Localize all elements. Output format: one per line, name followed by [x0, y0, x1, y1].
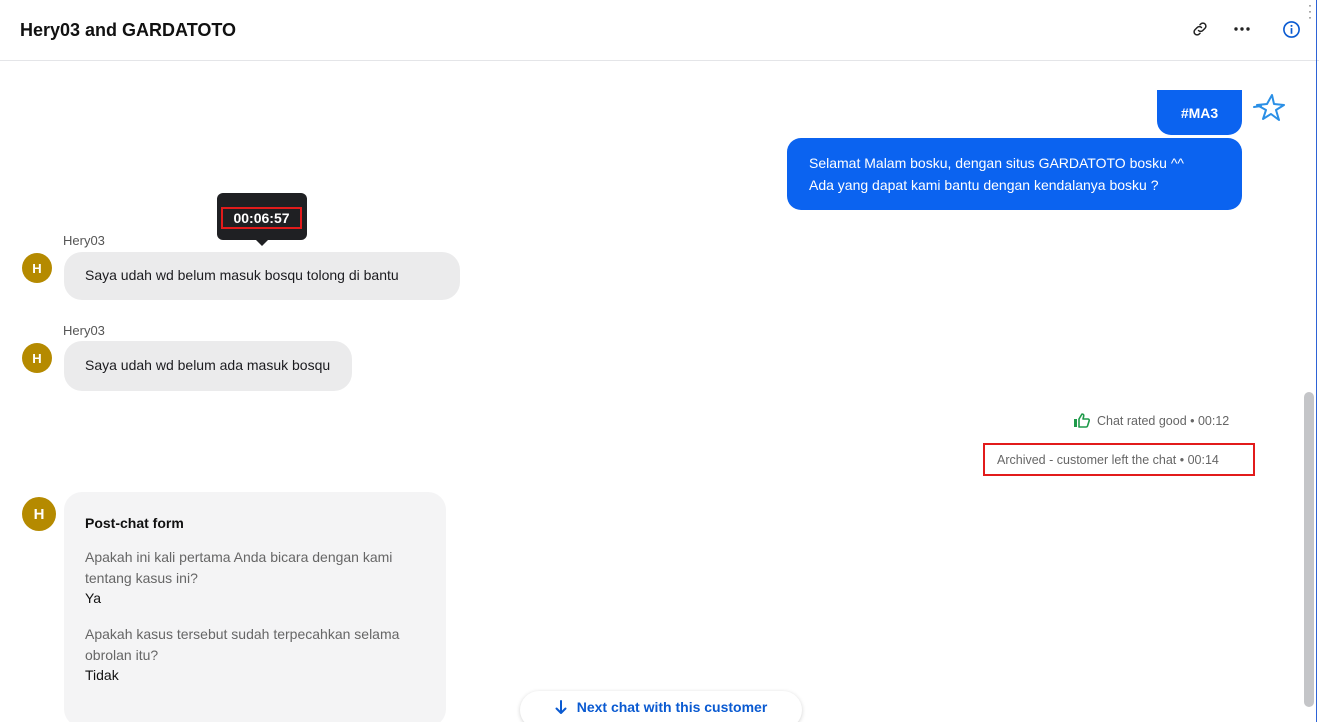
window-right-border [1316, 0, 1317, 722]
next-chat-label: Next chat with this customer [576, 699, 768, 715]
form-question-1: Apakah ini kali pertama Anda bicara deng… [85, 549, 393, 586]
customer-avatar: H [22, 253, 52, 283]
agent-greeting-line-1: Selamat Malam bosku, dengan situs GARDAT… [809, 155, 1184, 171]
scrollbar[interactable] [1304, 392, 1314, 707]
link-icon[interactable] [1189, 18, 1211, 40]
chat-header: Hery03 and GARDATOTO [0, 0, 1319, 61]
customer-message: Saya udah wd belum ada masuk bosqu [64, 341, 352, 391]
arrow-down-icon [555, 699, 567, 714]
form-answer-1: Ya [85, 590, 102, 606]
agent-message-tag-text: #MA3 [1180, 104, 1219, 121]
window-menu-icon[interactable]: · · · [1308, 0, 1312, 23]
next-chat-button[interactable]: Next chat with this customer [520, 691, 802, 722]
archived-event: Archived - customer left the chat • 00:1… [997, 453, 1219, 467]
timestamp-tooltip: 00:06:57 [217, 193, 307, 246]
chat-title: Hery03 and GARDATOTO [20, 20, 237, 40]
customer-message-text: Saya udah wd belum ada masuk bosqu [85, 357, 331, 373]
form-answer-2: Tidak [85, 667, 119, 683]
agent-greeting-line-2: Ada yang dapat kami bantu dengan kendala… [809, 177, 1159, 193]
customer-message: Saya udah wd belum masuk bosqu tolong di… [64, 252, 460, 300]
more-icon[interactable] [1231, 18, 1253, 40]
chat-rated-text: Chat rated good • 00:12 [1097, 413, 1230, 428]
agent-avatar-star-icon [1252, 93, 1286, 123]
post-chat-form: Post-chat form Apakah ini kali pertama A… [64, 492, 446, 722]
info-icon[interactable] [1280, 18, 1302, 40]
customer-message-text: Saya udah wd belum masuk bosqu tolong di… [85, 267, 399, 283]
thumbs-up-icon [1074, 413, 1090, 428]
chat-rated-event: Chat rated good • 00:12 [1073, 413, 1229, 428]
tooltip-time: 00:06:57 [221, 207, 302, 229]
agent-message-tag: #MA3 [1157, 90, 1242, 135]
post-chat-form-title: Post-chat form [85, 515, 184, 531]
customer-avatar: H [22, 497, 56, 531]
customer-avatar: H [22, 343, 52, 373]
form-question-2: Apakah kasus tersebut sudah terpecahkan … [85, 626, 400, 663]
customer-name: Hery03 [63, 233, 105, 248]
customer-name: Hery03 [63, 323, 105, 338]
agent-message-greeting: Selamat Malam bosku, dengan situs GARDAT… [787, 138, 1242, 210]
